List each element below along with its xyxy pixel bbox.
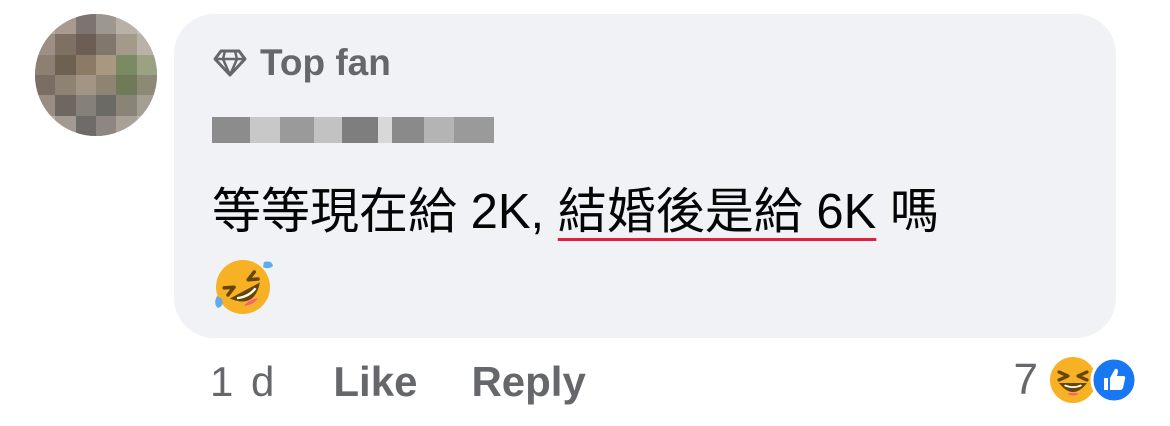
top-fan-badge[interactable]: Top fan xyxy=(212,42,391,84)
comment-bubble: Top fan 等等現在給 2K, 結婚後是給 6K 嗎 xyxy=(174,14,1116,338)
reaction-summary[interactable]: 7 xyxy=(1014,355,1138,405)
comment-text-plain: 等等現在給 2K, xyxy=(212,185,558,239)
diamond-icon xyxy=(213,49,247,77)
like-reaction-icon xyxy=(1090,356,1138,404)
like-button[interactable]: Like xyxy=(333,358,417,406)
comment-actions: 1 d Like Reply xyxy=(210,358,640,406)
comment-text-underlined: 結婚後是給 6K xyxy=(557,185,877,239)
rolling-laughing-emoji-icon xyxy=(212,256,274,323)
badge-label: Top fan xyxy=(260,42,391,83)
reaction-count: 7 xyxy=(1013,355,1038,404)
reply-button[interactable]: Reply xyxy=(471,358,585,406)
avatar-pixelation xyxy=(35,14,157,136)
timestamp[interactable]: 1 d xyxy=(210,358,277,406)
avatar[interactable] xyxy=(35,14,157,136)
author-name-blurred[interactable] xyxy=(212,109,494,151)
comment-text: 等等現在給 2K, 結婚後是給 6K 嗎 xyxy=(212,172,939,243)
comment-text-suffix: 嗎 xyxy=(876,185,939,239)
